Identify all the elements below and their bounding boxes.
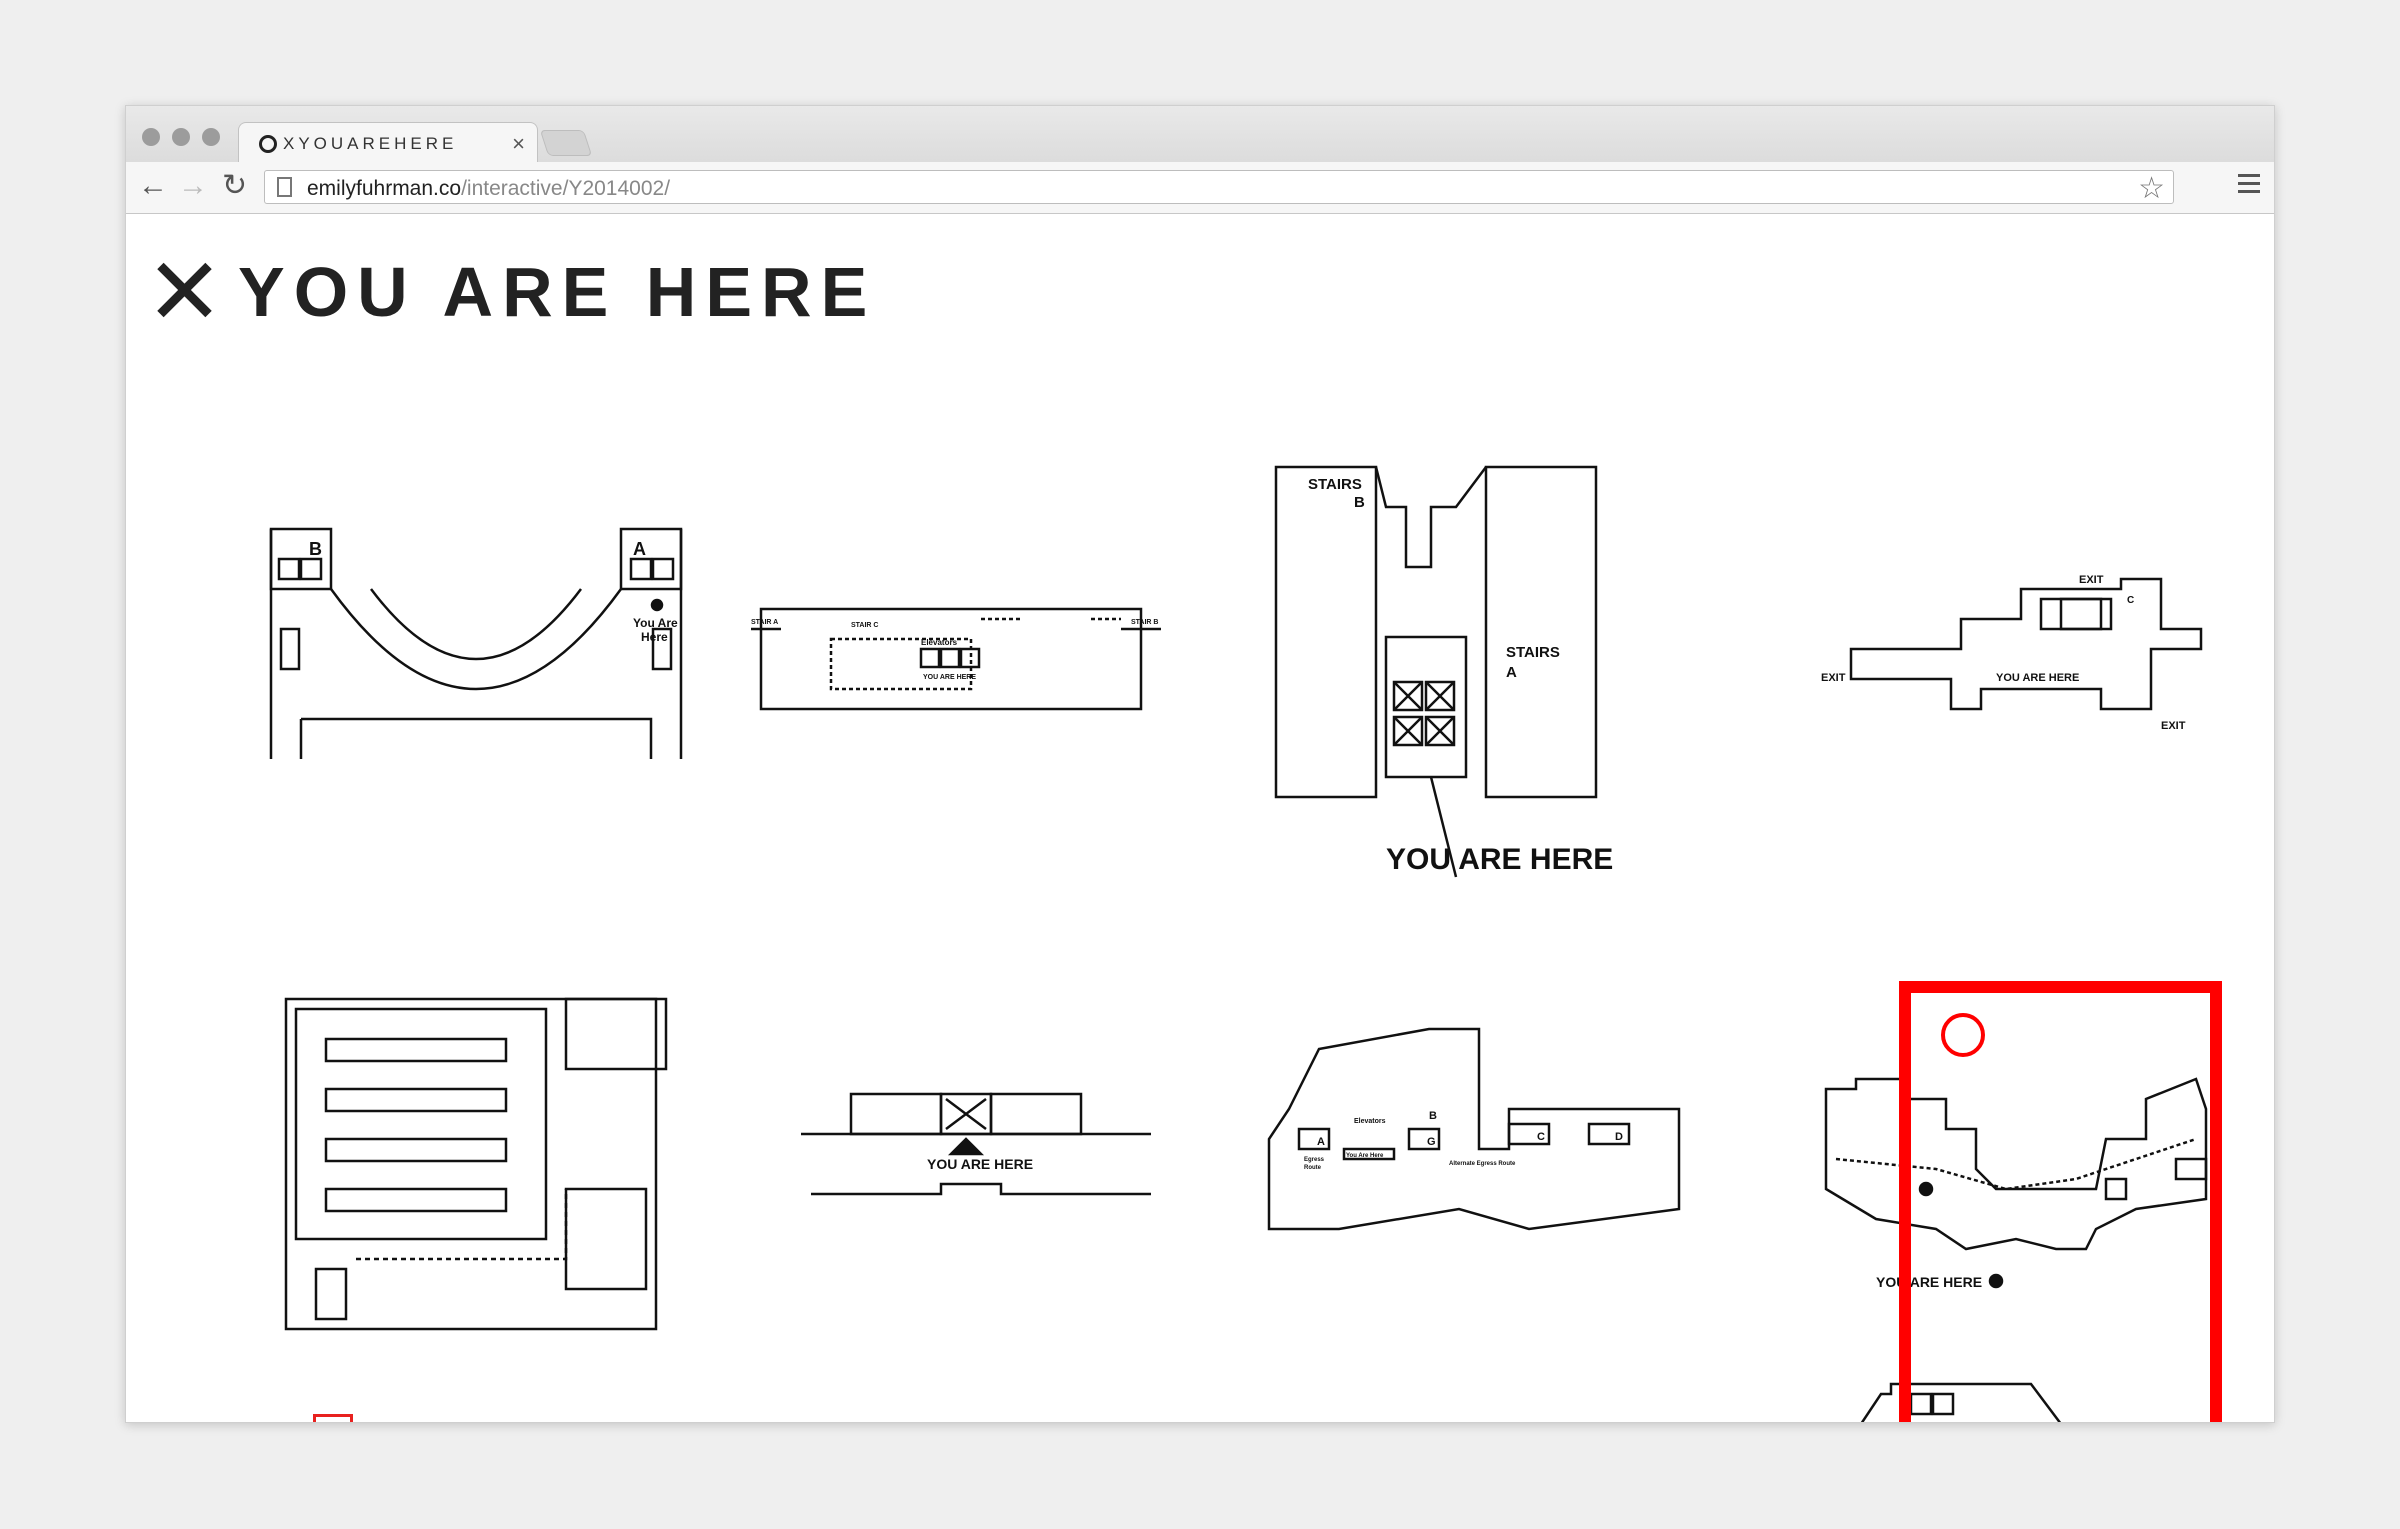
svg-text:EXIT: EXIT [2161, 720, 2186, 732]
svg-text:Here: Here [641, 630, 668, 644]
svg-text:A: A [1317, 1136, 1325, 1148]
page-2[interactable]: 2 [374, 1414, 414, 1422]
browser-toolbar: ← → ↻ emilyfuhrman.co/interactive/Y20140… [126, 162, 2274, 214]
title-bar: XYOUAREHERE × [126, 106, 2274, 164]
tab-title: XYOUAREHERE [283, 134, 458, 153]
svg-text:YOU ARE HERE: YOU ARE HERE [1996, 672, 2079, 684]
floor-plan-1[interactable]: B A You Are Here [261, 519, 701, 759]
page-3[interactable]: 3 [434, 1414, 474, 1422]
svg-text:YOU ARE HERE: YOU ARE HERE [923, 674, 976, 681]
floor-plan-4[interactable]: EXIT EXIT EXIT C YOU ARE HERE [1821, 569, 2241, 739]
svg-text:B: B [1429, 1110, 1437, 1122]
tab-favicon-icon [259, 135, 277, 153]
svg-text:Route: Route [1304, 1165, 1322, 1171]
browser-tab[interactable]: XYOUAREHERE × [238, 122, 538, 164]
svg-text:C: C [1537, 1131, 1545, 1143]
floor-plan-2[interactable]: STAIR A STAIR C STAIR B Elevators YOU AR… [751, 579, 1171, 719]
floor-plan-7[interactable]: A B G C D Elevators Egress Route You Are… [1259, 1027, 1699, 1269]
page-1[interactable]: 1 [313, 1414, 353, 1422]
close-window-button[interactable] [142, 128, 160, 146]
floor-plan-5[interactable] [276, 989, 696, 1339]
browser-window: XYOUAREHERE × ← → ↻ emilyfuhrman.co/inte… [125, 105, 2275, 1423]
minimize-window-button[interactable] [172, 128, 190, 146]
close-icon[interactable]: × [512, 131, 525, 157]
menu-icon[interactable] [2238, 174, 2260, 198]
url-text[interactable]: emilyfuhrman.co/interactive/Y2014002/ [307, 177, 670, 201]
svg-text:Alternate Egress Route: Alternate Egress Route [1449, 1161, 1516, 1167]
floor-plan-3[interactable]: STAIRS B STAIRS A YOU ARE HERE [1266, 457, 1613, 878]
svg-text:STAIR A: STAIR A [751, 619, 778, 626]
svg-text:A: A [633, 539, 646, 559]
logo-x-icon[interactable] [156, 262, 212, 318]
floor-plan-6[interactable]: YOU ARE HERE [761, 1074, 1191, 1224]
svg-text:Elevators: Elevators [921, 638, 958, 647]
svg-text:Egress: Egress [1304, 1157, 1325, 1163]
svg-text:EXIT: EXIT [2079, 574, 2104, 586]
forward-arrow-icon[interactable]: → [178, 170, 208, 202]
svg-text:B: B [1354, 494, 1365, 511]
site-title[interactable]: YOU ARE HERE [238, 252, 876, 332]
svg-text:YOU ARE HERE: YOU ARE HERE [1386, 843, 1613, 876]
address-bar[interactable]: emilyfuhrman.co/interactive/Y2014002/ ☆ [264, 170, 2174, 206]
svg-text:STAIR C: STAIR C [851, 622, 878, 629]
back-arrow-icon[interactable]: ← [138, 170, 168, 202]
svg-text:EXIT: EXIT [1821, 672, 1846, 684]
svg-text:C: C [2127, 595, 2134, 606]
highlight-circle-icon [1941, 1013, 1985, 1057]
maximize-window-button[interactable] [202, 128, 220, 146]
page-content: YOU ARE HERE B A You Are Here STAIR A ST… [126, 214, 2274, 1422]
svg-text:You Are: You Are [633, 616, 678, 630]
svg-text:STAIRS: STAIRS [1308, 476, 1362, 493]
svg-text:A: A [1506, 664, 1517, 681]
svg-text:STAIR B: STAIR B [1131, 619, 1158, 626]
svg-text:YOU ARE HERE: YOU ARE HERE [927, 1156, 1033, 1172]
highlight-frame[interactable] [1899, 981, 2222, 1422]
page-icon [277, 177, 292, 197]
star-icon[interactable]: ☆ [2138, 171, 2165, 206]
svg-text:You Are Here: You Are Here [1346, 1153, 1384, 1159]
reload-icon[interactable]: ↻ [222, 170, 247, 202]
svg-text:STAIRS: STAIRS [1506, 644, 1560, 661]
svg-text:B: B [309, 539, 322, 559]
svg-text:G: G [1427, 1136, 1436, 1148]
svg-text:Elevators: Elevators [1354, 1118, 1386, 1125]
new-tab-button[interactable] [539, 130, 593, 156]
floor-plan-gallery: B A You Are Here STAIR A STAIR C STAIR B… [241, 409, 2208, 1422]
svg-text:D: D [1615, 1131, 1623, 1143]
